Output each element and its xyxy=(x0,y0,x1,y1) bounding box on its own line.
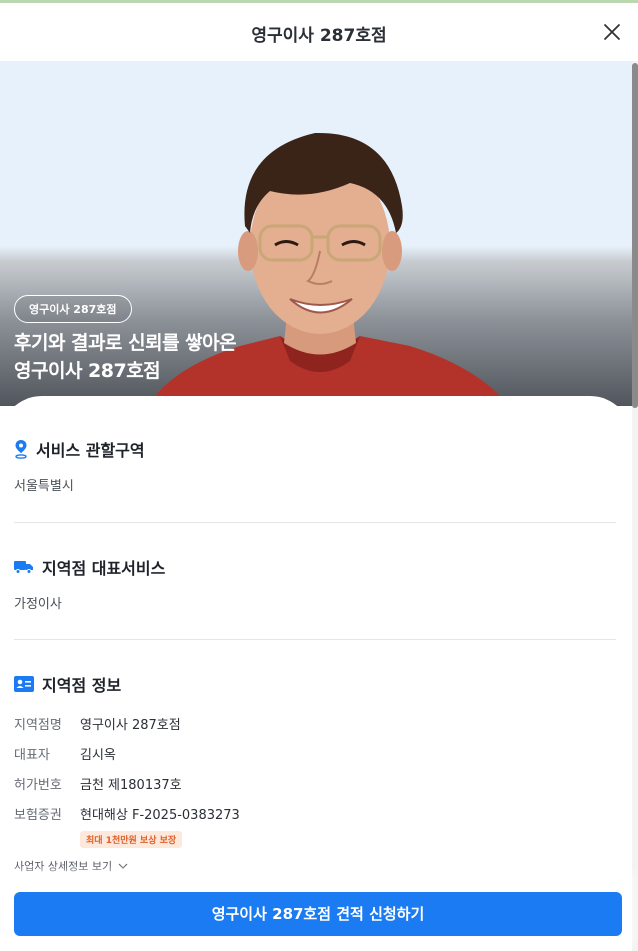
info-row-representative: 대표자 김시옥 xyxy=(14,738,616,768)
branch-info-table: 지역점명 영구이사 287호점 대표자 김시옥 허가번호 금천 제180137호… xyxy=(14,708,616,848)
info-value: 영구이사 287호점 xyxy=(80,717,181,733)
scroll-thumb[interactable] xyxy=(632,63,638,408)
info-value: 김시옥 xyxy=(80,747,116,763)
main-service-title-text: 지역점 대표서비스 xyxy=(42,559,166,578)
divider xyxy=(14,639,616,640)
hero-banner: 영구이사 287호점 후기와 결과로 신뢰를 쌓아온 영구이사 287호점 xyxy=(0,61,632,406)
main-service-value: 가정이사 xyxy=(14,597,62,612)
service-area-title-text: 서비스 관할구역 xyxy=(36,441,145,460)
service-area-title: 서비스 관할구역 xyxy=(14,437,616,461)
request-estimate-button[interactable]: 영구이사 287호점 견적 신청하기 xyxy=(14,892,622,936)
info-label: 보험증권 xyxy=(14,807,62,823)
info-label: 지역점명 xyxy=(14,717,62,733)
id-card-icon xyxy=(14,676,34,692)
service-area-section: 서비스 관할구역 서울특별시 xyxy=(14,437,616,494)
truck-icon xyxy=(14,561,33,574)
info-row-insurance: 보험증권 현대해상 F-2025-0383273 xyxy=(14,798,616,828)
chevron-down-icon xyxy=(118,863,128,869)
main-service-title: 지역점 대표서비스 xyxy=(14,555,616,579)
info-value: 금천 제180137호 xyxy=(80,777,182,793)
info-value: 현대해상 F-2025-0383273 xyxy=(80,807,240,823)
footer-bar: 영구이사 287호점 견적 신청하기 xyxy=(0,878,632,951)
info-row-branch-name: 지역점명 영구이사 287호점 xyxy=(14,708,616,738)
hero-badge: 영구이사 287호점 xyxy=(14,295,132,323)
modal-header: 영구이사 287호점 xyxy=(0,3,638,61)
branch-info-title: 지역점 정보 xyxy=(14,672,616,696)
info-row-license: 허가번호 금천 제180137호 xyxy=(14,768,616,798)
modal-title: 영구이사 287호점 xyxy=(251,26,387,46)
info-label: 대표자 xyxy=(14,747,50,763)
branch-info-section: 지역점 정보 지역점명 영구이사 287호점 대표자 김시옥 허가번호 금천 제… xyxy=(14,672,616,848)
close-icon[interactable] xyxy=(600,20,624,44)
insurance-coverage-badge: 최대 1천만원 보상 보장 xyxy=(80,831,183,848)
hero-headline: 후기와 결과로 신뢰를 쌓아온 영구이사 287호점 xyxy=(14,329,314,385)
main-service-section: 지역점 대표서비스 가정이사 xyxy=(14,555,616,612)
location-pin-icon xyxy=(15,440,27,459)
business-details-label: 사업자 상세정보 보기 xyxy=(14,860,113,873)
scrollbar[interactable] xyxy=(632,61,638,951)
hero-headline-line1: 후기와 결과로 신뢰를 쌓아온 xyxy=(14,332,237,354)
branch-info-title-text: 지역점 정보 xyxy=(42,676,122,695)
divider xyxy=(14,522,616,523)
business-details-toggle[interactable]: 사업자 상세정보 보기 xyxy=(14,858,128,874)
service-area-value: 서울특별시 xyxy=(14,479,74,494)
hero-headline-line2: 영구이사 287호점 xyxy=(14,360,161,382)
info-label: 허가번호 xyxy=(14,777,62,793)
